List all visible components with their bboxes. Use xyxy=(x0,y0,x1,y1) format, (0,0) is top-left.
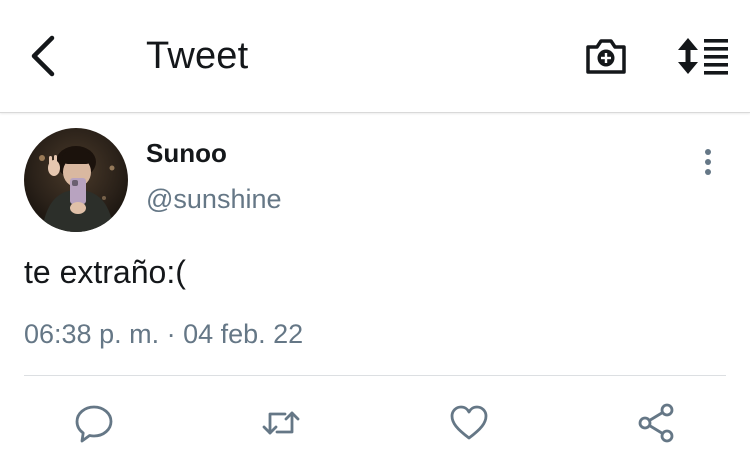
author-handle[interactable]: @sunshine xyxy=(146,183,282,215)
share-nodes-icon xyxy=(638,403,674,443)
camera-button[interactable] xyxy=(584,36,628,76)
divider xyxy=(24,375,726,376)
share-button[interactable] xyxy=(636,402,678,444)
heart-icon xyxy=(450,405,488,440)
tweet-text: te extraño:( xyxy=(24,254,186,290)
avatar-photo xyxy=(24,128,128,232)
reply-button[interactable] xyxy=(73,402,115,444)
sort-button[interactable] xyxy=(676,36,730,76)
page-title: Tweet xyxy=(146,35,249,77)
like-button[interactable] xyxy=(448,402,490,444)
back-button[interactable] xyxy=(22,30,68,82)
top-bar: Tweet xyxy=(0,0,750,113)
tweet-timestamp: 06:38 p. m. · 04 feb. 22 xyxy=(24,319,304,349)
reply-bubble-icon xyxy=(75,405,113,443)
retweet-button[interactable] xyxy=(260,402,302,444)
avatar[interactable] xyxy=(24,128,128,232)
more-options-button[interactable] xyxy=(696,148,720,178)
sort-lines-icon xyxy=(678,38,728,75)
camera-plus-icon xyxy=(586,39,626,74)
author-name[interactable]: Sunoo xyxy=(146,137,227,169)
retweet-icon xyxy=(262,411,300,435)
chevron-left-icon xyxy=(31,35,55,77)
more-vertical-icon xyxy=(705,149,711,175)
